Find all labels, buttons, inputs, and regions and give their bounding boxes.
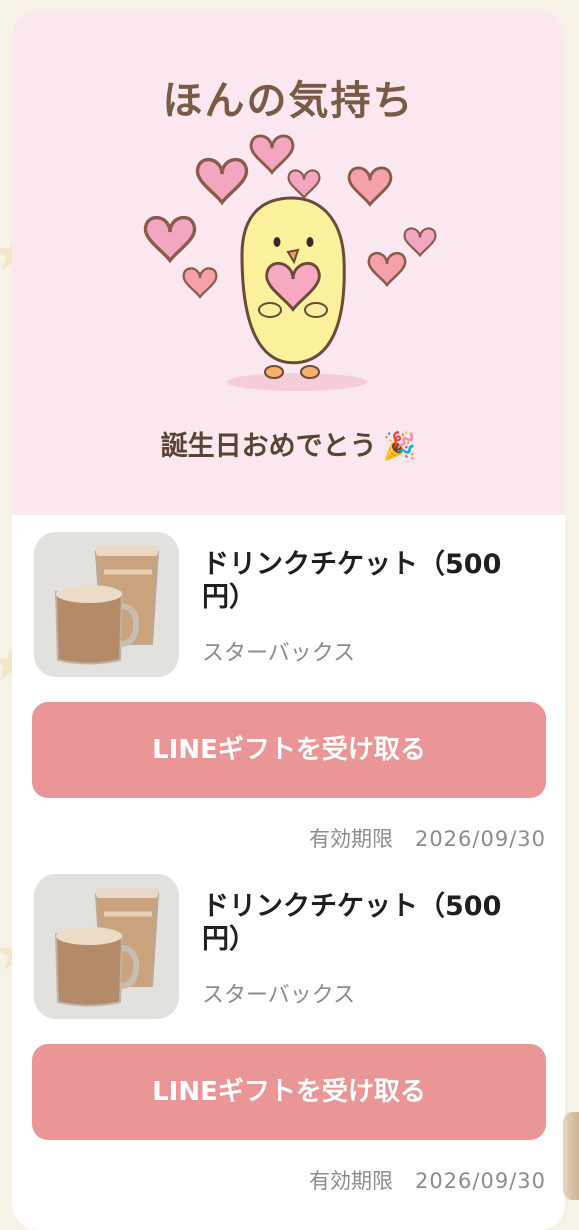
coffee-drinks-image [34,532,179,677]
birthday-message: 誕生日おめでとう 🎉 [12,424,565,463]
coffee-drinks-image [34,874,179,1019]
gift-brand: スターバックス [202,641,356,666]
gift-brand: スターバックス [202,983,356,1008]
expiry-date: 2026/09/30 [414,827,546,851]
gift-thumbnail [34,874,179,1019]
gift-item: ドリンクチケット（500円） スターバックス LINEギフトを受け取る 有効期限… [12,532,565,867]
expiry-info: 有効期限 2026/09/30 [309,823,546,853]
expiry-info: 有効期限 2026/09/30 [309,1165,546,1195]
gift-name: ドリンクチケット（500円） [202,891,502,955]
side-decoration [563,1112,579,1200]
shadow [227,373,367,391]
receive-gift-button[interactable]: LINEギフトを受け取る [32,1044,546,1140]
gift-item: ドリンクチケット（500円） スターバックス LINEギフトを受け取る 有効期限… [12,874,565,1209]
receive-gift-button[interactable]: LINEギフトを受け取る [32,702,546,798]
message-text: 誕生日おめでとう [160,431,377,462]
party-popper-icon: 🎉 [382,431,417,462]
message-illustration: ほんの気持ち 誕生日おめでとう 🎉 [12,10,565,515]
card-title: ほんの気持ち [162,78,415,124]
gift-name: ドリンクチケット（500円） [202,549,502,613]
gift-thumbnail [34,532,179,677]
expiry-label: 有効期限 [308,1169,393,1193]
chick-with-hearts-illustration [143,134,437,391]
expiry-date: 2026/09/30 [414,1169,546,1193]
expiry-label: 有効期限 [308,827,393,851]
gift-message-card: ほんの気持ち 誕生日おめでとう 🎉 ドリンクチケット（500円） スターバックス… [12,10,565,1230]
